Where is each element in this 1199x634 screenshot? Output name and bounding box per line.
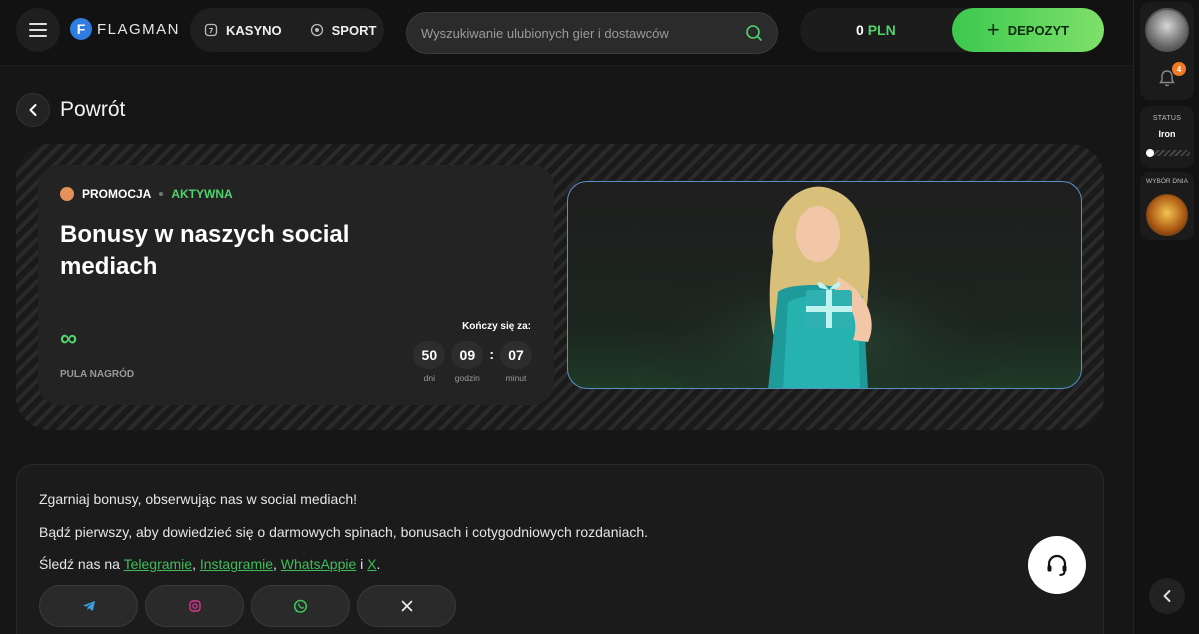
whatsapp-icon	[293, 599, 308, 613]
promo-status: AKTYWNA	[171, 187, 233, 201]
search-icon[interactable]	[745, 24, 763, 42]
timer-hours-label: godzin	[454, 373, 480, 383]
instagram-icon	[188, 600, 201, 612]
whatsapp-button[interactable]	[251, 585, 350, 627]
headset-icon	[1047, 554, 1067, 576]
instagram-button[interactable]	[145, 585, 244, 627]
timer-days: 50 dni	[413, 341, 446, 383]
timer-colon: :	[489, 346, 494, 362]
avatar[interactable]	[1145, 8, 1189, 52]
back-button[interactable]	[16, 93, 50, 127]
status-value: Iron	[1158, 129, 1176, 139]
dot-separator	[159, 192, 164, 196]
promo-title: Bonusy w naszych social mediach	[60, 221, 350, 280]
link-separator-and: i	[356, 556, 368, 572]
promo-tag-label: PROMOCJA	[82, 187, 152, 201]
top-header: F FLAGMAN 7 KASYNO SPORT 0 PLN + DEPOZYT	[0, 0, 1133, 66]
description-line-3: Śledź nas na Telegramie, Instagramie, Wh…	[39, 556, 380, 572]
logo-badge: F	[70, 18, 92, 40]
link-separator: ,	[192, 556, 200, 572]
promo-card: PROMOCJA AKTYWNA Bonusy w naszych social…	[38, 165, 554, 405]
wallet: 0 PLN + DEPOZYT	[800, 8, 1104, 52]
instagram-link[interactable]: Instagramie	[200, 556, 273, 572]
logo-text: FLAGMAN	[97, 20, 181, 38]
x-button[interactable]	[357, 585, 456, 627]
collapse-rail-button[interactable]	[1149, 578, 1185, 614]
description-line-1: Zgarniaj bonusy, obserwując nas w social…	[39, 491, 358, 507]
promo-tag: PROMOCJA AKTYWNA	[60, 187, 233, 201]
support-chat-button[interactable]	[1028, 536, 1086, 594]
search-input[interactable]	[421, 25, 745, 41]
telegram-button[interactable]	[39, 585, 138, 627]
promo-icon	[60, 187, 74, 201]
nav-casino[interactable]: 7 KASYNO	[190, 8, 296, 52]
timer-days-value: 50	[413, 341, 446, 369]
promo-description: Zgarniaj bonusy, obserwując nas w social…	[16, 464, 1104, 634]
daily-pick-game-thumbnail[interactable]	[1146, 194, 1188, 236]
chevron-left-icon	[1163, 590, 1171, 602]
countdown-timer: 50 dni 09 godzin : 07 minut	[413, 341, 532, 383]
plus-icon: +	[986, 17, 1000, 42]
balance[interactable]: 0 PLN	[856, 22, 896, 38]
timer-days-label: dni	[423, 373, 435, 383]
nav-sport[interactable]: SPORT	[296, 8, 391, 52]
slot-icon: 7	[204, 23, 218, 37]
line-end: .	[376, 556, 381, 572]
hamburger-icon	[29, 23, 47, 37]
description-line-2: Bądź pierwszy, aby dowiedzieć się o darm…	[39, 524, 649, 540]
promo-illustration	[626, 186, 1026, 388]
chevron-left-icon	[29, 104, 37, 116]
follow-us-text: Śledź nas na	[39, 556, 124, 572]
logo[interactable]: F FLAGMAN	[70, 18, 180, 40]
balance-currency: PLN	[867, 22, 896, 38]
profile-block: 4	[1140, 2, 1194, 100]
balance-amount: 0	[856, 22, 864, 38]
timer-minutes-label: minut	[505, 373, 527, 383]
timer-hours: 09 godzin	[451, 341, 484, 383]
whatsapp-link[interactable]: WhatsAppie	[281, 556, 356, 572]
ball-icon	[310, 23, 323, 37]
telegram-link[interactable]: Telegramie	[124, 556, 192, 572]
x-icon	[401, 600, 412, 612]
nav-sport-label: SPORT	[331, 22, 377, 38]
prize-pool-value: ∞	[60, 325, 78, 352]
social-buttons	[39, 585, 456, 627]
link-separator: ,	[273, 556, 281, 572]
daily-pick-block[interactable]: WYBÓR DNIA	[1140, 172, 1194, 240]
prize-pool-label: PULA NAGRÓD	[60, 369, 135, 380]
telegram-icon	[82, 601, 95, 611]
search-bar[interactable]	[406, 12, 778, 54]
ends-in-label: Kończy się za:	[462, 321, 531, 332]
back-label: Powrót	[60, 98, 126, 121]
status-label: STATUS	[1152, 115, 1182, 122]
timer-hours-value: 09	[451, 341, 484, 369]
promo-banner-image	[567, 181, 1082, 389]
nav-casino-label: KASYNO	[226, 22, 282, 38]
notification-badge: 4	[1172, 62, 1186, 76]
status-progress-dot	[1146, 149, 1154, 157]
back-nav[interactable]: Powrót	[16, 93, 125, 127]
deposit-label: DEPOZYT	[1007, 22, 1070, 38]
timer-minutes: 07 minut	[500, 341, 532, 383]
daily-pick-label: WYBÓR DNIA	[1146, 178, 1188, 185]
svg-text:7: 7	[209, 27, 214, 35]
right-rail: 4 STATUS Iron WYBÓR DNIA	[1133, 0, 1199, 634]
status-block[interactable]: STATUS Iron	[1140, 106, 1194, 168]
menu-button[interactable]	[16, 8, 60, 52]
status-progress	[1146, 149, 1190, 157]
timer-minutes-value: 07	[500, 341, 532, 369]
x-link[interactable]: X	[367, 556, 376, 572]
deposit-button[interactable]: + DEPOZYT	[952, 8, 1104, 52]
main-nav: 7 KASYNO SPORT	[190, 8, 384, 52]
